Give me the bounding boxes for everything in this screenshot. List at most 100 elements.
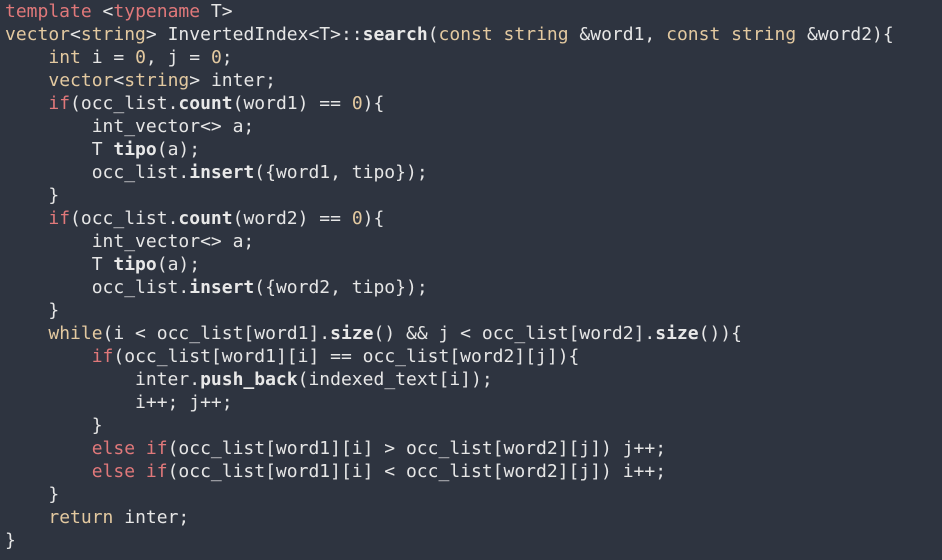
code-token: vector [5,24,71,45]
code-line: if(occ_list.count(word1) == 0){ [5,92,942,115]
code-line: occ_list.insert({word2, tipo}); [5,276,942,299]
code-token: } [5,484,60,505]
code-token: } [5,300,60,321]
code-line: vector<string> InvertedIndex<T>::search(… [5,23,942,46]
code-token: typename [113,1,201,22]
code-token: const string [438,24,569,45]
code-token: 0 [210,47,222,68]
code-token: (word1) == [232,93,352,114]
code-editor[interactable]: template <typename T> vector<string> Inve… [0,0,942,560]
code-token: > inter; [189,70,276,91]
code-line: i++; j++; [5,391,942,414]
code-line: if(occ_list.count(word2) == 0){ [5,207,942,230]
code-token: search [362,24,428,45]
code-token: ( [427,24,439,45]
code-body: template <typename T> vector<string> Inve… [5,0,942,552]
code-token: int_vector<> a; [5,231,255,252]
code-token: &word1, [568,24,667,45]
code-token: T> [200,1,233,22]
code-line: } [5,184,942,207]
code-token: ()){ [698,323,742,344]
code-token: tipo [113,139,157,160]
code-line: } [5,299,942,322]
code-token: ){ [362,93,385,114]
code-line: occ_list.insert({word1, tipo}); [5,161,942,184]
code-token: if [91,346,114,367]
code-token: > InvertedIndex<T>:: [145,24,363,45]
code-token: string [124,70,190,91]
code-token: ){ [362,208,385,229]
code-token: int [48,47,81,68]
code-token: (i < occ_list[word1]. [102,323,331,344]
code-token: return [48,507,114,528]
code-line: vector<string> inter; [5,69,942,92]
code-token: T [5,254,114,275]
code-line: inter.push_back(indexed_text[i]); [5,368,942,391]
code-token: (word2) == [232,208,352,229]
code-token: count [178,208,233,229]
code-token: size [330,323,374,344]
code-token: tipo [113,254,157,275]
code-line: while(i < occ_list[word1].size() && j < … [5,322,942,345]
code-line: int_vector<> a; [5,230,942,253]
code-token: if [48,93,71,114]
code-token: else if [91,438,168,459]
code-token: &word2){ [796,24,894,45]
code-token: (occ_list[word1][i] > occ_list[word2][j]… [167,438,667,459]
code-token: occ_list. [5,162,190,183]
code-token: string [80,24,146,45]
code-token: 0 [135,47,146,68]
code-line: } [5,529,942,552]
code-token: ; [221,47,233,68]
code-token: } [5,530,16,551]
code-token: else if [91,461,168,482]
code-token: 0 [351,93,363,114]
code-line: template <typename T> [5,0,942,23]
code-token: occ_list. [5,277,190,298]
code-token: if [48,208,71,229]
code-token: size [655,323,699,344]
code-token: 0 [351,208,363,229]
code-line: } [5,483,942,506]
code-line: T tipo(a); [5,253,942,276]
code-token: T [5,139,114,160]
code-line: else if(occ_list[word1][i] < occ_list[wo… [5,460,942,483]
code-token: (a); [156,139,201,160]
code-token: } [5,415,103,436]
code-token: ({word2, tipo}); [254,277,428,298]
code-token: vector [48,70,114,91]
code-line: int i = 0, j = 0; [5,46,942,69]
code-token: count [178,93,233,114]
code-token: inter; [113,507,190,528]
code-token: const string [666,24,797,45]
code-line: if(occ_list[word1][i] == occ_list[word2]… [5,345,942,368]
code-token: insert [189,162,255,183]
code-line: T tipo(a); [5,138,942,161]
code-token: (occ_list[word1][i] < occ_list[word2][j]… [167,461,667,482]
code-token: ({word1, tipo}); [254,162,428,183]
code-line: } [5,414,942,437]
code-token: (a); [156,254,201,275]
code-token: (occ_list[word1][i] == occ_list[word2][j… [113,346,580,367]
code-line: else if(occ_list[word1][i] > occ_list[wo… [5,437,942,460]
code-token: } [5,185,60,206]
code-token: (occ_list. [70,208,179,229]
code-token: i++; j++; [5,392,233,413]
code-token: inter. [5,369,201,390]
code-token: < [70,24,81,45]
code-token: < [113,70,125,91]
code-token: i = [80,47,136,68]
code-line: int_vector<> a; [5,115,942,138]
code-line: return inter; [5,506,942,529]
code-token: (indexed_text[i]); [297,369,493,390]
code-token: while [48,323,103,344]
